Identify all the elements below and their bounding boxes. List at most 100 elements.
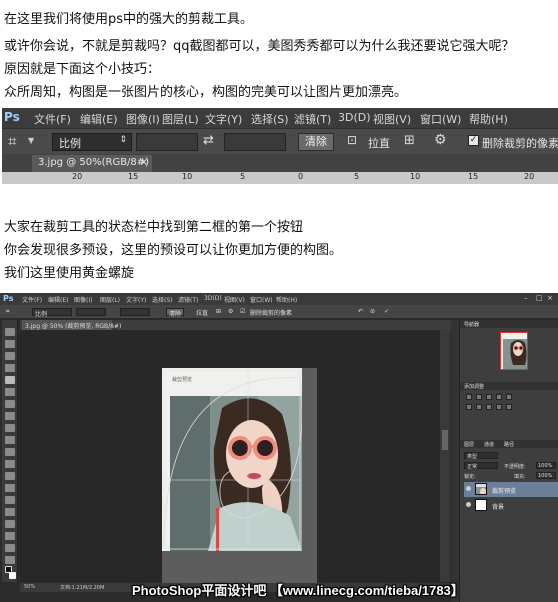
menu-file[interactable]: 文件(F)	[22, 295, 42, 304]
adjustments-tab[interactable]: 添加调整	[464, 383, 484, 390]
menu-select[interactable]: 选择(S)	[251, 111, 289, 127]
clear-button[interactable]: 清除	[298, 133, 334, 151]
crop-height-input[interactable]	[224, 133, 286, 151]
lasso-tool-icon[interactable]	[5, 352, 15, 360]
pen-tool-icon[interactable]	[5, 496, 15, 504]
type-tool-icon[interactable]	[5, 508, 15, 516]
layers-tab[interactable]: 图层	[464, 441, 474, 448]
crop-tool-icon[interactable]: ⌗	[8, 132, 16, 150]
color-balance-adjustment-icon[interactable]	[476, 404, 482, 410]
adjustments-panel-header[interactable]: 添加调整	[460, 382, 558, 390]
menu-select[interactable]: 选择(S)	[152, 295, 173, 304]
crop-ratio-select[interactable]: 比例 ⇕	[52, 133, 132, 151]
history-brush-tool-icon[interactable]	[5, 436, 15, 444]
eyedropper-tool-icon[interactable]	[5, 388, 15, 396]
menu-view[interactable]: 视图(V)	[224, 295, 245, 304]
healing-tool-icon[interactable]	[5, 400, 15, 408]
scrollbar-thumb[interactable]	[442, 430, 448, 450]
navigator-tab[interactable]: 导航器	[464, 321, 479, 328]
minimize-icon[interactable]: –	[524, 294, 528, 302]
stamp-tool-icon[interactable]	[5, 424, 15, 432]
eraser-tool-icon[interactable]	[5, 448, 15, 456]
menu-layer[interactable]: 图层(L)	[100, 295, 120, 304]
shape-tool-icon[interactable]	[5, 532, 15, 540]
maximize-icon[interactable]: □	[536, 294, 543, 302]
navigator-panel-header[interactable]: 导航器	[460, 320, 558, 328]
chevron-down-icon[interactable]: ▼	[28, 136, 34, 145]
hue-adjustment-icon[interactable]	[466, 404, 472, 410]
vertical-scrollbar[interactable]	[440, 330, 450, 582]
menu-filter[interactable]: 滤镜(T)	[294, 111, 331, 127]
menu-3d[interactable]: 3D(D)	[204, 295, 222, 302]
quick-select-tool-icon[interactable]	[5, 364, 15, 372]
layer-row-crop-preview[interactable]: 裁剪预览	[464, 482, 558, 497]
menu-image[interactable]: 图像(I)	[74, 295, 92, 304]
eye-icon[interactable]	[466, 502, 471, 507]
channel-mixer-adjustment-icon[interactable]	[506, 404, 512, 410]
zoom-tool-icon[interactable]	[5, 556, 15, 564]
menu-edit[interactable]: 编辑(E)	[80, 111, 118, 127]
menu-window[interactable]: 窗口(W)	[250, 295, 273, 304]
menu-type[interactable]: 文字(Y)	[205, 111, 242, 127]
blur-tool-icon[interactable]	[5, 472, 15, 480]
paths-tab[interactable]: 路径	[504, 441, 514, 448]
overlay-grid-icon[interactable]: ⊞	[216, 308, 221, 315]
document-tab[interactable]: 3.jpg @ 50% (裁剪预览, RGB/8#)	[22, 320, 121, 330]
document-canvas[interactable]: 裁剪预览	[162, 368, 302, 551]
marquee-tool-icon[interactable]	[5, 340, 15, 348]
bw-adjustment-icon[interactable]	[486, 404, 492, 410]
document-tab[interactable]: 3.jpg @ 50%(RGB/8#) ×	[32, 155, 152, 172]
layer-kind-filter[interactable]: 类型	[464, 452, 498, 460]
dodge-tool-icon[interactable]	[5, 484, 15, 492]
straighten-icon[interactable]: ⊡	[347, 133, 357, 147]
menu-3d[interactable]: 3D(D)	[338, 111, 371, 124]
delete-cropped-checkbox[interactable]: ✓	[468, 135, 479, 146]
fill-input[interactable]: 100%	[536, 472, 556, 479]
brightness-adjustment-icon[interactable]	[466, 394, 472, 400]
crop-tool-icon[interactable]: ⌗	[6, 308, 9, 316]
menu-file[interactable]: 文件(F)	[34, 111, 71, 127]
navigator-thumbnail[interactable]	[500, 332, 528, 370]
exposure-adjustment-icon[interactable]	[496, 394, 502, 400]
path-select-tool-icon[interactable]	[5, 520, 15, 528]
crop-width-input[interactable]	[76, 308, 106, 316]
channels-tab[interactable]: 通道	[484, 441, 494, 448]
overlay-grid-icon[interactable]: ⊞	[404, 133, 415, 148]
vibrance-adjustment-icon[interactable]	[506, 394, 512, 400]
hand-tool-icon[interactable]	[5, 544, 15, 552]
gear-icon[interactable]: ⚙	[434, 132, 447, 148]
eye-icon[interactable]	[466, 486, 471, 491]
gear-icon[interactable]: ⚙	[228, 308, 233, 315]
straighten-button[interactable]: 拉直	[196, 308, 208, 317]
menu-edit[interactable]: 编辑(E)	[48, 295, 68, 304]
menu-view[interactable]: 视图(V)	[373, 111, 411, 127]
opacity-input[interactable]: 100%	[536, 462, 556, 469]
menu-help[interactable]: 帮助(H)	[469, 111, 508, 127]
gradient-tool-icon[interactable]	[5, 460, 15, 468]
background-color-swatch[interactable]	[9, 572, 16, 579]
curves-adjustment-icon[interactable]	[486, 394, 492, 400]
cancel-icon[interactable]: ⊘	[370, 308, 375, 315]
menu-layer[interactable]: 图层(L)	[162, 111, 199, 127]
close-icon[interactable]: ×	[547, 294, 553, 302]
menu-window[interactable]: 窗口(W)	[420, 111, 461, 127]
checkbox-icon[interactable]: ☑	[240, 308, 245, 315]
straighten-button[interactable]: 拉直	[368, 135, 390, 151]
blend-mode-select[interactable]: 正常	[464, 462, 498, 470]
move-tool-icon[interactable]	[5, 328, 15, 336]
menu-filter[interactable]: 滤镜(T)	[178, 295, 198, 304]
swap-icon[interactable]: ⇄	[203, 133, 214, 148]
clear-button[interactable]: 清除	[166, 308, 184, 318]
commit-icon[interactable]: ✓	[384, 308, 389, 315]
photo-filter-adjustment-icon[interactable]	[496, 404, 502, 410]
menu-type[interactable]: 文字(Y)	[126, 295, 146, 304]
menu-image[interactable]: 图像(I)	[126, 111, 160, 127]
layer-row-background[interactable]: 背景	[464, 498, 558, 513]
crop-height-input[interactable]	[120, 308, 150, 316]
brush-tool-icon[interactable]	[5, 412, 15, 420]
levels-adjustment-icon[interactable]	[476, 394, 482, 400]
menu-help[interactable]: 帮助(H)	[276, 295, 297, 304]
crop-width-input[interactable]	[136, 133, 198, 151]
crop-ratio-select[interactable]: 比例	[32, 308, 72, 318]
undo-icon[interactable]: ↶	[358, 308, 363, 315]
